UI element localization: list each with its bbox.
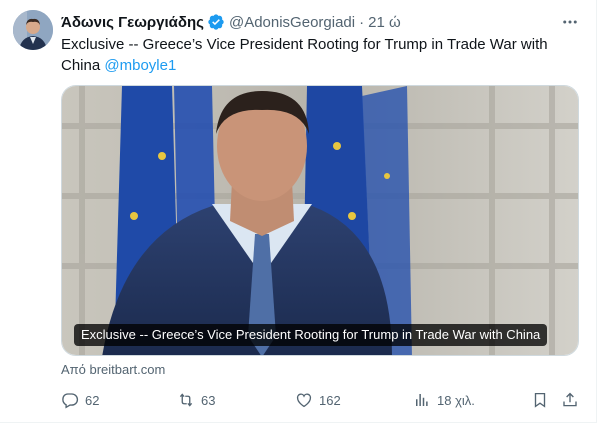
tweet-text: Exclusive -- Greece’s Vice President Roo… xyxy=(61,34,573,76)
action-bar: 62 63 162 18 χιλ. xyxy=(61,389,581,411)
like-button[interactable]: 162 xyxy=(295,389,341,411)
views-icon xyxy=(416,394,428,406)
bookmark-button[interactable] xyxy=(531,389,549,411)
tweet-header: Άδωνις Γεωργιάδης @AdonisGeorgiadi · 21 … xyxy=(61,12,401,32)
views-button[interactable]: 18 χιλ. xyxy=(413,389,475,411)
reply-icon xyxy=(62,393,79,409)
separator: · xyxy=(359,13,365,31)
reply-button[interactable]: 62 xyxy=(61,389,99,411)
more-icon[interactable] xyxy=(560,12,580,32)
avatar[interactable] xyxy=(13,10,53,50)
retweet-count: 63 xyxy=(201,392,216,408)
card-caption: Exclusive -- Greece’s Vice President Roo… xyxy=(74,324,548,346)
share-button[interactable] xyxy=(561,389,579,411)
retweet-button[interactable]: 63 xyxy=(177,389,215,411)
article-photo xyxy=(62,86,578,355)
view-count: 18 χιλ. xyxy=(437,392,475,408)
tweet-card[interactable]: Άδωνις Γεωργιάδης @AdonisGeorgiadi · 21 … xyxy=(0,0,608,423)
display-name[interactable]: Άδωνις Γεωργιάδης xyxy=(61,14,204,31)
retweet-icon xyxy=(179,393,193,407)
timestamp[interactable]: 21 ώ xyxy=(368,14,401,31)
bookmark-icon xyxy=(534,392,546,408)
like-count: 162 xyxy=(319,392,341,408)
divider xyxy=(596,0,597,423)
user-handle[interactable]: @AdonisGeorgiadi xyxy=(229,14,355,31)
link-card[interactable]: Exclusive -- Greece’s Vice President Roo… xyxy=(61,85,579,356)
card-source[interactable]: Από breitbart.com xyxy=(61,362,165,377)
reply-count: 62 xyxy=(85,392,100,408)
verified-badge-icon xyxy=(207,13,225,31)
mention-link[interactable]: @mboyle1 xyxy=(104,57,176,74)
like-icon xyxy=(296,393,312,408)
share-icon xyxy=(563,392,577,407)
